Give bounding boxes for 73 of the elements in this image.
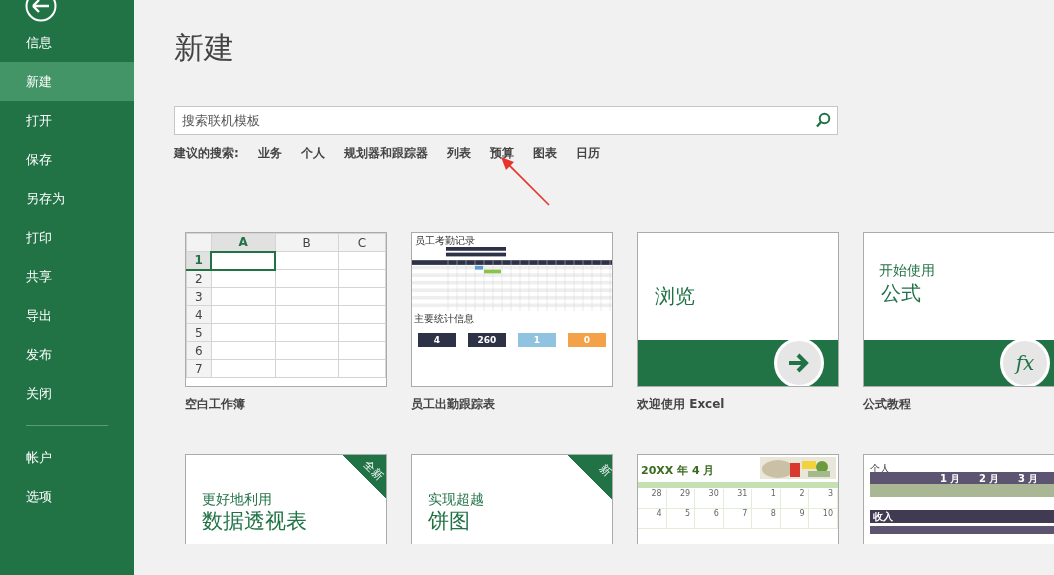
heading: 数据透视表 — [202, 508, 307, 535]
calendar-day: 1 — [752, 489, 781, 509]
sidebar-item[interactable]: 保存 — [0, 140, 134, 179]
section-title: 主要统计信息 — [414, 313, 475, 325]
ribbon-label: 全新 — [360, 457, 386, 485]
sidebar-item[interactable]: 导出 — [0, 296, 134, 335]
stat-tile: 4 — [418, 333, 456, 347]
subheading: 开始使用 — [879, 261, 935, 280]
template-name: 员工出勤跟踪表 — [411, 396, 496, 413]
sidebar-item[interactable]: 打开 — [0, 101, 134, 140]
month-label: 3 月 — [1018, 472, 1040, 485]
sidebar-item[interactable]: 选项 — [0, 477, 134, 516]
suggestion-link[interactable]: 日历 — [575, 144, 600, 162]
heading: 饼图 — [428, 508, 470, 535]
template-thumbnail[interactable]: 新 实现超越 饼图 — [411, 454, 613, 544]
stat-tile: 260 — [468, 333, 506, 347]
sidebar-item[interactable]: 另存为 — [0, 179, 134, 218]
calendar-day: 28 — [638, 489, 667, 509]
template-thumbnail[interactable]: 全新 更好地利用 数据透视表 — [185, 454, 387, 544]
calendar-heading: 20XX 年 4 月 — [641, 463, 715, 479]
ribbon-label: 新 — [595, 461, 612, 481]
calendar-day: 8 — [752, 509, 781, 529]
page-title: 新建 — [174, 29, 235, 67]
subheading: 更好地利用 — [202, 490, 272, 509]
section-label: 收入 — [873, 510, 893, 523]
sidebar-item[interactable]: 新建 — [0, 62, 134, 101]
heading: 公式 — [881, 280, 921, 307]
sidebar-item[interactable]: 打印 — [0, 218, 134, 257]
calendar-day: 31 — [723, 489, 753, 509]
sidebar-item[interactable]: 信息 — [0, 23, 134, 62]
search-field[interactable]: 搜索联机模板 — [174, 106, 838, 135]
template-name: 公式教程 — [863, 396, 912, 413]
heading: 浏览 — [655, 283, 695, 310]
month-label: 2 月 — [979, 472, 1001, 485]
column-header: C — [338, 233, 386, 252]
sidebar-item[interactable]: 共享 — [0, 257, 134, 296]
template-name: 空白工作簿 — [185, 396, 246, 413]
subheading: 实现超越 — [428, 490, 484, 509]
calendar-day: 29 — [666, 489, 696, 509]
suggestion-link[interactable]: 列表 — [446, 144, 471, 162]
sidebar-item[interactable]: 发布 — [0, 335, 134, 374]
template-name: 欢迎使用 Excel — [637, 396, 726, 413]
template-thumbnail[interactable]: 员工考勤记录 主要统计信息 4 260 1 0 — [411, 232, 613, 387]
calendar-day: 7 — [723, 509, 753, 529]
suggestion-link[interactable]: 图表 — [532, 144, 557, 162]
calendar-day: 30 — [695, 489, 724, 509]
arrow-icon — [787, 352, 811, 374]
calendar-day: 10 — [809, 509, 838, 529]
sidebar-item[interactable]: 帐户 — [0, 438, 134, 477]
column-header: A — [211, 233, 276, 252]
suggestion-link[interactable]: 规划器和跟踪器 — [343, 144, 428, 162]
stat-tile: 0 — [568, 333, 606, 347]
calendar-day: 9 — [780, 509, 810, 529]
template-title: 员工考勤记录 — [415, 235, 476, 247]
suggestion-link[interactable]: 业务 — [257, 144, 282, 162]
calendar-day: 5 — [666, 509, 696, 529]
calendar-day: 4 — [638, 509, 667, 529]
search-icon[interactable] — [815, 112, 831, 128]
template-thumbnail[interactable]: 开始使用 公式 fx — [863, 232, 1054, 387]
column-header: B — [275, 233, 339, 252]
calendar-day: 3 — [809, 489, 838, 509]
calendar-day: 2 — [780, 489, 810, 509]
month-label: 1 月 — [940, 472, 962, 485]
formula-symbol: fx — [1015, 350, 1035, 377]
template-thumbnail[interactable]: A B C 1 2 3 4 5 6 7 — [185, 232, 387, 387]
sidebar-item[interactable]: 关闭 — [0, 374, 134, 413]
template-thumbnail[interactable]: 20XX 年 4 月 28 29 30 31 1 2 3 4 5 6 7 8 9 10 — [637, 454, 839, 544]
calendar-day: 6 — [695, 509, 724, 529]
suggested-label: 建议的搜索: — [174, 145, 239, 162]
template-thumbnail[interactable]: 浏览 — [637, 232, 839, 387]
suggestion-link[interactable]: 预算 — [489, 144, 514, 162]
suggestion-link[interactable]: 个人 — [300, 144, 325, 162]
stat-tile: 1 — [518, 333, 556, 347]
